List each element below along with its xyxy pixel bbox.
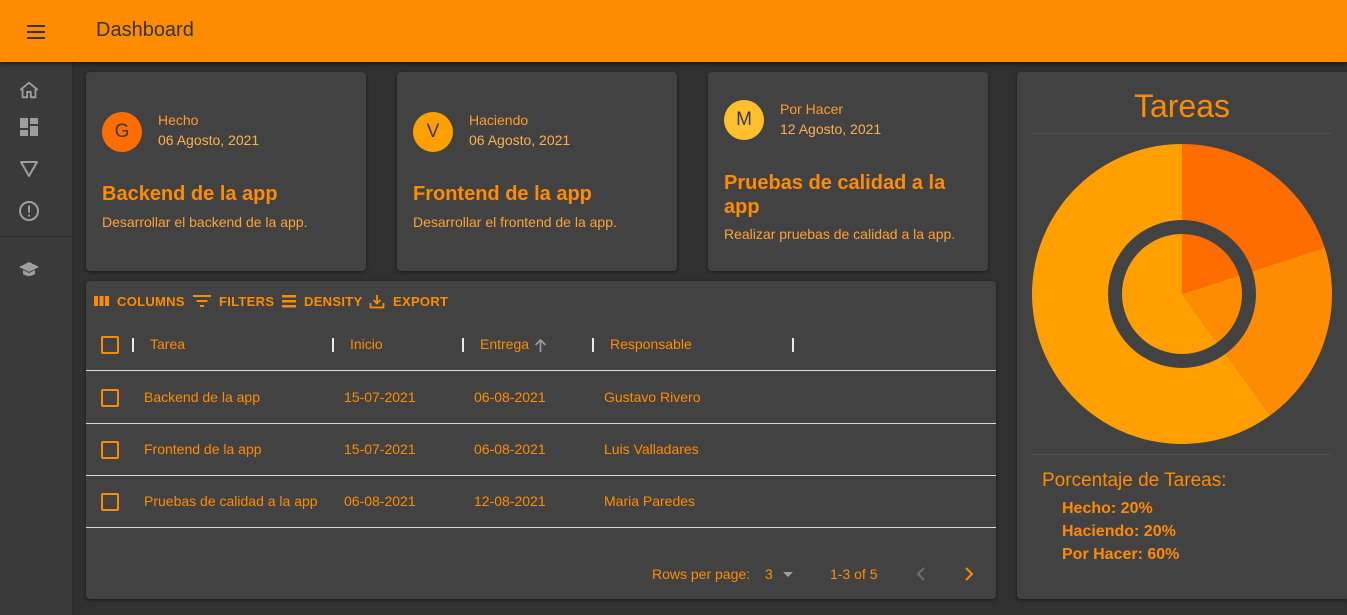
card-title: Frontend de la app xyxy=(413,183,592,205)
row-checkbox[interactable] xyxy=(101,493,119,511)
column-separator xyxy=(792,338,794,352)
filters-label: FILTERS xyxy=(219,293,275,309)
pagination-range: 1-3 of 5 xyxy=(830,566,878,582)
tasks-chart-panel: Tareas Porcentaje de Tareas: Hecho: 20% … xyxy=(1017,72,1347,599)
card-status: Hecho xyxy=(158,112,199,128)
side-drawer xyxy=(0,62,73,615)
cell-entrega: 06-08-2021 xyxy=(474,389,546,405)
tasks-data-grid: COLUMNS FILTERS DENSITY EXPORT Tarea Ini… xyxy=(86,281,996,599)
export-button[interactable]: EXPORT xyxy=(369,290,448,312)
avatar: V xyxy=(413,112,453,152)
card-description: Desarrollar el frontend de la app. xyxy=(413,214,617,230)
card-date: 06 Agosto, 2021 xyxy=(469,132,571,148)
tasks-pie-chart xyxy=(1032,144,1332,444)
export-label: EXPORT xyxy=(393,293,449,309)
row-checkbox[interactable] xyxy=(101,441,119,459)
column-separator xyxy=(462,338,464,352)
dropdown-arrow-icon xyxy=(782,572,793,578)
percent-title: Porcentaje de Tareas: xyxy=(1042,470,1227,491)
percent-item-haciendo: Haciendo: 20% xyxy=(1062,523,1176,540)
triangle-down-icon[interactable] xyxy=(16,156,42,182)
cell-inicio: 06-08-2021 xyxy=(344,493,416,509)
columns-icon xyxy=(94,296,109,306)
avatar: G xyxy=(102,112,142,152)
avatar: M xyxy=(724,100,764,140)
percent-item-por-hacer: Por Hacer: 60% xyxy=(1062,546,1180,563)
alert-circle-icon[interactable] xyxy=(16,198,42,224)
cell-responsable: Gustavo Rivero xyxy=(604,389,701,405)
task-card-hecho: G Hecho 06 Agosto, 2021 Backend de la ap… xyxy=(86,72,366,271)
table-row[interactable]: Pruebas de calidad a la app 06-08-2021 1… xyxy=(86,476,996,528)
page-title: Dashboard xyxy=(96,19,194,41)
cell-entrega: 12-08-2021 xyxy=(474,493,546,509)
card-status: Haciendo xyxy=(469,112,529,128)
task-card-por-hacer: M Por Hacer 12 Agosto, 2021 Pruebas de c… xyxy=(708,72,988,271)
table-row[interactable]: Frontend de la app 15-07-2021 06-08-2021… xyxy=(86,424,996,476)
column-header-tarea[interactable]: Tarea xyxy=(150,336,185,352)
card-description: Desarrollar el backend de la app. xyxy=(102,214,308,230)
density-button[interactable]: DENSITY xyxy=(282,290,362,312)
card-date: 06 Agosto, 2021 xyxy=(158,132,260,148)
select-all-checkbox[interactable] xyxy=(101,336,119,354)
columns-label: COLUMNS xyxy=(117,293,185,309)
column-separator xyxy=(332,338,334,352)
previous-page-icon[interactable] xyxy=(916,567,926,581)
density-label: DENSITY xyxy=(304,293,363,309)
export-icon xyxy=(369,294,385,308)
card-title: Backend de la app xyxy=(102,183,278,205)
rows-per-page-label: Rows per page: xyxy=(652,566,751,582)
dashboard-icon[interactable] xyxy=(16,114,42,140)
card-status: Por Hacer xyxy=(780,101,844,117)
column-separator xyxy=(132,338,134,352)
card-date: 12 Agosto, 2021 xyxy=(780,121,882,137)
cell-responsable: Maria Paredes xyxy=(604,493,696,509)
cell-tarea: Frontend de la app xyxy=(144,441,262,457)
cell-responsable: Luis Valladares xyxy=(604,441,699,457)
columns-button[interactable]: COLUMNS xyxy=(94,290,185,312)
sort-ascending-icon[interactable] xyxy=(534,338,547,353)
cell-inicio: 15-07-2021 xyxy=(344,389,416,405)
rows-per-page-select[interactable]: 3 xyxy=(765,566,793,582)
grid-header-row: Tarea Inicio Entrega Responsable xyxy=(86,323,996,371)
next-page-icon[interactable] xyxy=(964,567,974,581)
filter-icon xyxy=(193,295,211,307)
density-icon xyxy=(282,294,296,307)
drawer-divider xyxy=(0,236,73,237)
card-description: Realizar pruebas de calidad a la app. xyxy=(724,226,956,242)
column-header-responsable[interactable]: Responsable xyxy=(610,336,692,352)
column-header-entrega[interactable]: Entrega xyxy=(480,336,529,352)
chart-title: Tareas xyxy=(1133,88,1231,124)
rows-per-page-value: 3 xyxy=(765,566,773,582)
cell-entrega: 06-08-2021 xyxy=(474,441,546,457)
table-row[interactable]: Backend de la app 15-07-2021 06-08-2021 … xyxy=(86,372,996,424)
row-checkbox[interactable] xyxy=(101,389,119,407)
hamburger-icon[interactable] xyxy=(22,18,50,46)
percent-item-hecho: Hecho: 20% xyxy=(1062,500,1153,517)
column-separator xyxy=(592,338,594,352)
cell-inicio: 15-07-2021 xyxy=(344,441,416,457)
app-bar: Dashboard xyxy=(0,0,1347,62)
cell-tarea: Pruebas de calidad a la app xyxy=(144,493,318,509)
task-card-haciendo: V Haciendo 06 Agosto, 2021 Frontend de l… xyxy=(397,72,677,271)
cell-tarea: Backend de la app xyxy=(144,389,260,405)
filters-button[interactable]: FILTERS xyxy=(193,290,274,312)
card-title: Pruebas de calidad a la app xyxy=(724,172,946,218)
home-icon[interactable] xyxy=(16,77,42,103)
column-header-inicio[interactable]: Inicio xyxy=(350,336,383,352)
divider xyxy=(1031,133,1331,134)
divider xyxy=(1031,454,1331,455)
school-icon[interactable] xyxy=(16,257,42,283)
